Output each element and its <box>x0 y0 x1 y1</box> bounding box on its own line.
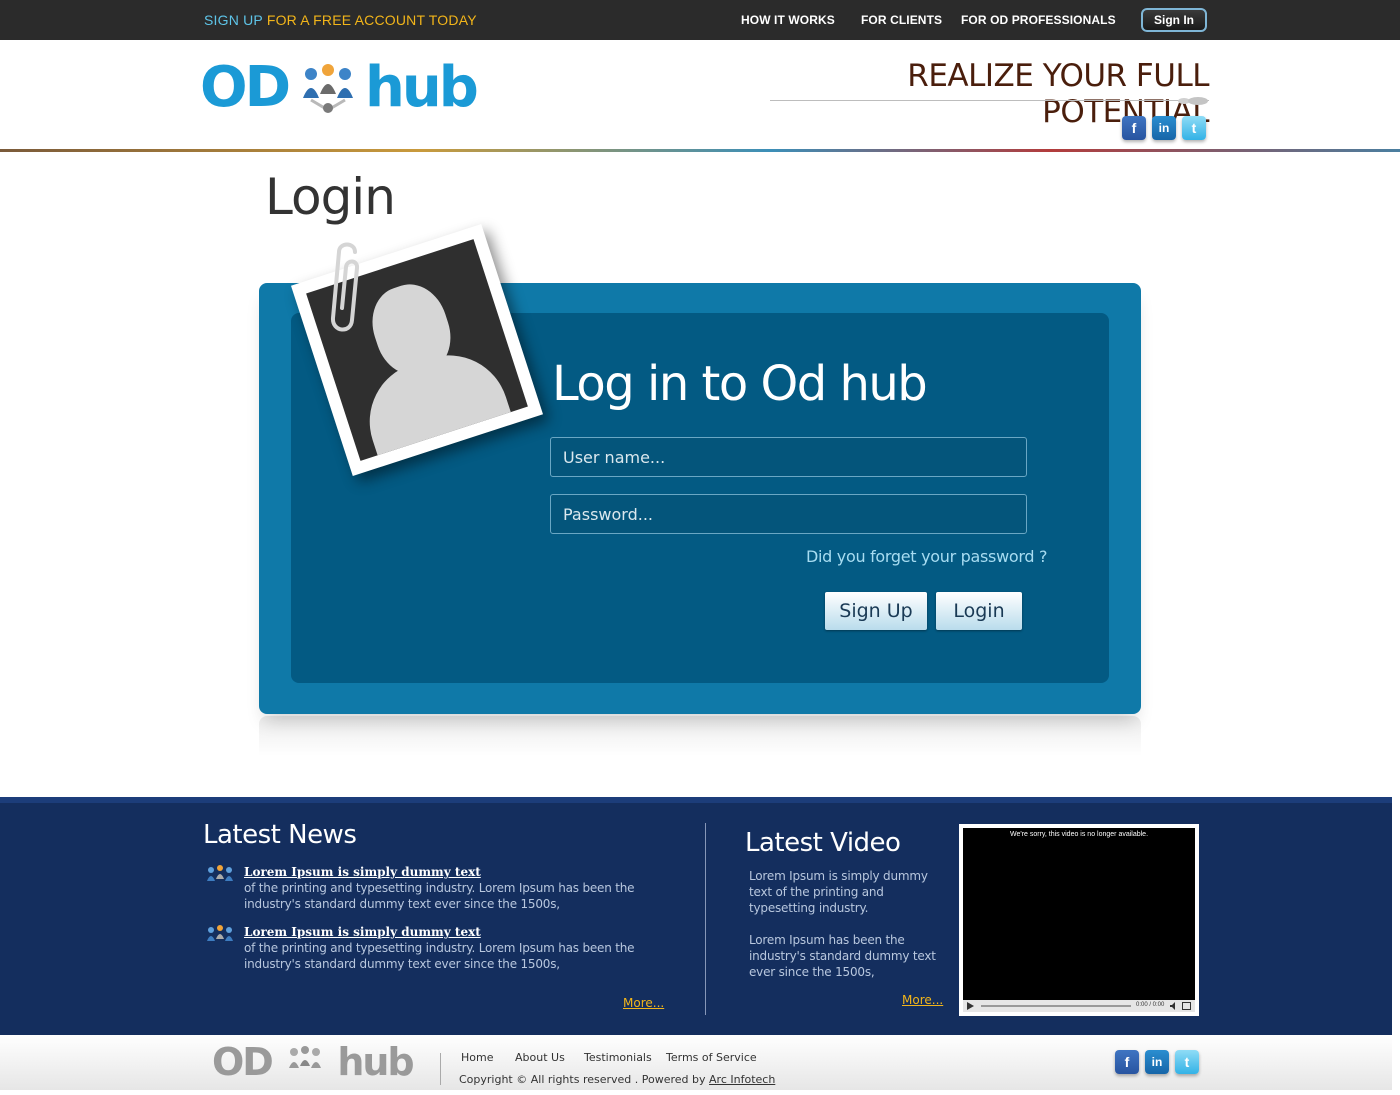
video-time: 0:00 / 0:00 <box>1136 1002 1165 1008</box>
footer-logo-od: OD <box>212 1040 274 1084</box>
paperclip-icon <box>331 242 359 332</box>
signup-promo[interactable]: SIGN UP FOR A FREE ACCOUNT TODAY <box>204 12 477 28</box>
facebook-icon[interactable]: f <box>1122 116 1146 140</box>
news-body-1: of the printing and typesetting industry… <box>244 881 635 911</box>
login-button[interactable]: Login <box>936 592 1022 630</box>
linkedin-icon[interactable]: in <box>1152 116 1176 140</box>
login-heading: Log in to Od hub <box>552 356 928 412</box>
site-logo[interactable]: OD hub <box>200 60 500 124</box>
sign-in-button[interactable]: Sign In <box>1141 8 1207 32</box>
login-panel-reflection <box>259 716 1141 756</box>
footer-logo[interactable]: OD hub <box>212 1040 415 1084</box>
video-description-1: Lorem Ipsum is simply dummy text of the … <box>749 869 928 915</box>
latest-video-title: Latest Video <box>745 828 901 858</box>
footer-people-icon <box>289 1046 322 1068</box>
header-divider <box>0 149 1400 152</box>
news-people-icon <box>207 865 233 881</box>
video-seek-bar[interactable] <box>981 1005 1131 1007</box>
footer-link-terms[interactable]: Terms of Service <box>666 1051 757 1064</box>
footer-twitter-icon[interactable]: t <box>1175 1050 1199 1074</box>
nav-how-it-works[interactable]: HOW IT WORKS <box>741 13 835 27</box>
play-icon[interactable] <box>967 1002 974 1010</box>
password-input[interactable] <box>550 494 1027 534</box>
logo-od: OD <box>200 55 291 120</box>
tagline-rule <box>770 100 1209 101</box>
news-more-link[interactable]: More... <box>623 996 664 1010</box>
latest-news-title: Latest News <box>203 820 357 850</box>
band-divider <box>705 823 706 1015</box>
footer-link-home[interactable]: Home <box>461 1051 493 1064</box>
news-people-icon <box>207 925 233 941</box>
logo-hub: hub <box>365 55 479 120</box>
volume-icon[interactable] <box>1170 1002 1178 1010</box>
footer-facebook-icon[interactable]: f <box>1115 1050 1139 1074</box>
promo-sign-up[interactable]: SIGN UP <box>204 12 263 28</box>
video-player[interactable]: We're sorry, this video is no longer ava… <box>959 824 1199 1016</box>
twitter-icon[interactable]: t <box>1182 116 1206 140</box>
news-body-2: of the printing and typesetting industry… <box>244 941 635 971</box>
username-input[interactable] <box>550 437 1027 477</box>
video-controls: 0:00 / 0:00 <box>963 1000 1195 1012</box>
video-unavailable-message: We're sorry, this video is no longer ava… <box>1009 831 1149 838</box>
fullscreen-icon[interactable] <box>1182 1002 1191 1010</box>
news-headline-1[interactable]: Lorem Ipsum is simply dummy text <box>244 865 481 879</box>
copyright-label: Copyright © All rights reserved . Powere… <box>459 1073 706 1086</box>
video-more-link[interactable]: More... <box>902 993 943 1007</box>
nav-for-clients[interactable]: FOR CLIENTS <box>861 13 942 27</box>
news-headline-2[interactable]: Lorem Ipsum is simply dummy text <box>244 925 481 939</box>
footer-logo-hub: hub <box>337 1040 414 1084</box>
copyright-text: Copyright © All rights reserved . Powere… <box>459 1073 775 1086</box>
sign-up-button[interactable]: Sign Up <box>825 592 927 630</box>
footer-link-about-us[interactable]: About Us <box>515 1051 565 1064</box>
forgot-password-link[interactable]: Did you forget your password ? <box>806 547 1047 566</box>
speech-dots-icon <box>1178 97 1208 105</box>
nav-for-od-professionals[interactable]: FOR OD PROFESSIONALS <box>961 13 1116 27</box>
promo-text[interactable]: FOR A FREE ACCOUNT TODAY <box>267 12 477 28</box>
powered-by-link[interactable]: Arc Infotech <box>709 1073 775 1086</box>
people-network-icon <box>302 64 353 113</box>
page-title: Login <box>265 168 396 226</box>
footer-link-testimonials[interactable]: Testimonials <box>584 1051 652 1064</box>
video-screen[interactable]: We're sorry, this video is no longer ava… <box>963 828 1195 1012</box>
video-description-2: Lorem Ipsum has been the industry's stan… <box>749 933 936 979</box>
top-bar: SIGN UP FOR A FREE ACCOUNT TODAY HOW IT … <box>0 0 1400 40</box>
footer-divider <box>440 1053 441 1085</box>
footer-linkedin-icon[interactable]: in <box>1145 1050 1169 1074</box>
